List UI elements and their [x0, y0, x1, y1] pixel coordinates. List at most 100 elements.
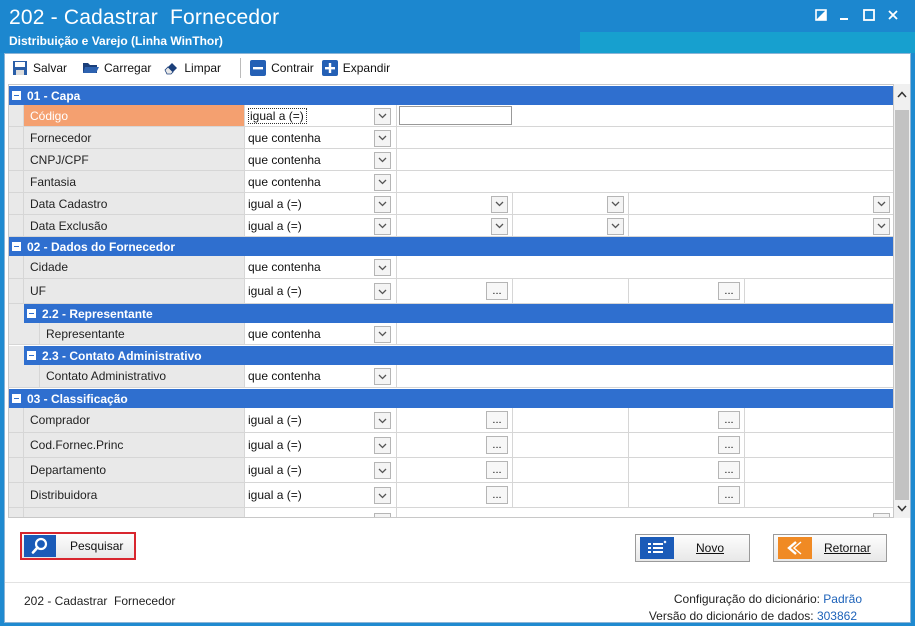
chevron-down-icon[interactable] [374, 173, 391, 191]
value-input[interactable] [397, 365, 893, 387]
collapse-toggle-icon[interactable] [12, 242, 21, 251]
vertical-scrollbar[interactable] [894, 84, 910, 518]
date-start-input[interactable] [397, 193, 513, 214]
date-extra-input[interactable] [629, 215, 893, 236]
novo-button[interactable]: Novo [635, 534, 750, 562]
lookup-button[interactable]: ... [718, 461, 740, 479]
lookup-button[interactable]: ... [486, 411, 508, 429]
collapse-toggle-icon[interactable] [12, 394, 21, 403]
lookup-button[interactable]: ... [718, 411, 740, 429]
chevron-down-icon[interactable] [374, 412, 391, 429]
lookup-button[interactable]: ... [486, 461, 508, 479]
lookup-button[interactable]: ... [486, 282, 508, 300]
salvar-button[interactable]: Salvar [9, 57, 72, 79]
lookup-button[interactable]: ... [486, 436, 508, 454]
value-start-input[interactable]: ... [397, 483, 513, 507]
chevron-down-icon[interactable] [374, 217, 391, 235]
value-input[interactable] [397, 171, 893, 192]
chevron-down-icon[interactable] [491, 217, 508, 235]
value-input[interactable] [397, 149, 893, 170]
scroll-thumb[interactable] [895, 110, 909, 500]
value-end-input[interactable]: ... [629, 408, 745, 432]
group-representante[interactable]: 2.2 - Representante [24, 304, 893, 323]
operator-select[interactable]: que contenha [245, 256, 397, 278]
operator-select[interactable]: igual a (=) [245, 433, 397, 457]
chevron-down-icon[interactable] [873, 195, 890, 213]
restore-icon[interactable] [810, 5, 832, 25]
operator-select[interactable]: que contenha [245, 365, 397, 387]
chevron-down-icon[interactable] [374, 129, 391, 147]
operator-select[interactable]: igual a (=) [245, 458, 397, 482]
group-classificacao[interactable]: 03 - Classificação [9, 389, 893, 408]
close-icon[interactable] [882, 5, 904, 25]
chevron-down-icon[interactable] [374, 259, 391, 276]
chevron-down-icon[interactable] [374, 437, 391, 454]
operator-select[interactable]: igual a (=) [245, 105, 397, 126]
group-capa[interactable]: 01 - Capa [9, 86, 893, 105]
value-input[interactable] [399, 106, 512, 125]
maximize-icon[interactable] [858, 5, 880, 25]
operator-select[interactable]: que contenha [245, 149, 397, 170]
lookup-button[interactable]: ... [486, 486, 508, 504]
group-dados-fornecedor[interactable]: 02 - Dados do Fornecedor [9, 237, 893, 256]
operator-select[interactable]: igual a (=) [245, 408, 397, 432]
group-contato-administrativo[interactable]: 2.3 - Contato Administrativo [24, 346, 893, 365]
chevron-down-icon[interactable] [374, 107, 391, 125]
operator-select[interactable]: que contenha [245, 171, 397, 192]
chevron-down-icon[interactable] [374, 368, 391, 385]
value-mid-input[interactable] [513, 279, 629, 303]
value-start-input[interactable]: ... [397, 458, 513, 482]
value-end-input[interactable]: ... [629, 458, 745, 482]
date-end-input[interactable] [513, 215, 629, 236]
value-end-input[interactable]: ... [629, 483, 745, 507]
pesquisar-button[interactable]: Pesquisar [20, 532, 136, 560]
value-start-input[interactable]: ... [397, 279, 513, 303]
chevron-down-icon[interactable] [374, 512, 391, 517]
collapse-toggle-icon[interactable] [12, 91, 21, 100]
value-end-input[interactable]: ... [629, 433, 745, 457]
expandir-button[interactable]: Expandir [319, 57, 395, 79]
value-mid-input[interactable] [513, 458, 629, 482]
value-input[interactable] [397, 256, 893, 278]
operator-select[interactable]: igual a (=) [245, 483, 397, 507]
scroll-up-icon[interactable] [894, 86, 910, 102]
collapse-toggle-icon[interactable] [27, 309, 36, 318]
operator-select[interactable]: igual a (=) [245, 215, 397, 236]
date-end-input[interactable] [513, 193, 629, 214]
value-mid-input[interactable] [513, 483, 629, 507]
chevron-down-icon[interactable] [873, 512, 890, 517]
value-input[interactable] [397, 127, 893, 148]
contrair-button[interactable]: Contrair [247, 57, 319, 79]
chevron-down-icon[interactable] [374, 195, 391, 213]
chevron-down-icon[interactable] [491, 195, 508, 213]
value-end-input[interactable]: ... [629, 279, 745, 303]
chevron-down-icon[interactable] [607, 195, 624, 213]
retornar-button[interactable]: Retornar [773, 534, 887, 562]
date-start-input[interactable] [397, 215, 513, 236]
chevron-down-icon[interactable] [374, 325, 391, 343]
operator-select[interactable]: que contenha [245, 323, 397, 344]
minimize-icon[interactable] [833, 5, 855, 25]
operator-select[interactable]: igual a (=) [245, 279, 397, 303]
operator-select[interactable]: que contenha [245, 127, 397, 148]
value-mid-input[interactable] [513, 408, 629, 432]
value-input[interactable] [397, 323, 893, 344]
lookup-button[interactable]: ... [718, 436, 740, 454]
value-mid-input[interactable] [513, 433, 629, 457]
chevron-down-icon[interactable] [374, 462, 391, 479]
chevron-down-icon[interactable] [374, 283, 391, 300]
chevron-down-icon[interactable] [374, 151, 391, 169]
lookup-button[interactable]: ... [718, 486, 740, 504]
limpar-button[interactable]: Limpar [160, 57, 226, 79]
scroll-down-icon[interactable] [894, 500, 910, 516]
value-start-input[interactable]: ... [397, 433, 513, 457]
chevron-down-icon[interactable] [607, 217, 624, 235]
lookup-button[interactable]: ... [718, 282, 740, 300]
value-start-input[interactable]: ... [397, 408, 513, 432]
date-extra-input[interactable] [629, 193, 893, 214]
chevron-down-icon[interactable] [374, 487, 391, 504]
carregar-button[interactable]: Carregar [80, 57, 156, 79]
collapse-toggle-icon[interactable] [27, 351, 36, 360]
chevron-down-icon[interactable] [873, 217, 890, 235]
operator-select[interactable]: igual a (=) [245, 193, 397, 214]
